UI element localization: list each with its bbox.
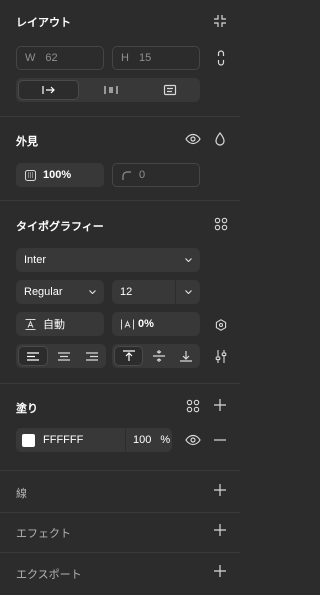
resize-mode-segmented xyxy=(16,78,200,102)
align-right-tab[interactable] xyxy=(78,344,106,368)
divider xyxy=(0,383,240,384)
opacity-icon xyxy=(24,169,36,181)
font-family-value: Inter xyxy=(24,254,47,266)
blend-drop-icon[interactable] xyxy=(213,131,227,147)
add-stroke-icon[interactable] xyxy=(213,483,227,497)
resize-auto-width-tab[interactable] xyxy=(141,78,200,102)
eye-icon[interactable] xyxy=(185,131,201,147)
layer-opacity-field[interactable]: 100% xyxy=(16,163,104,187)
divider xyxy=(0,116,240,117)
align-center-tab[interactable] xyxy=(50,344,78,368)
add-export-icon[interactable] xyxy=(213,564,227,578)
add-effect-icon[interactable] xyxy=(213,523,227,537)
divider xyxy=(0,512,240,513)
export-section-title: エクスポート xyxy=(16,569,82,581)
fill-opacity-value[interactable]: 100 xyxy=(133,434,151,446)
effects-section-title: エフェクト xyxy=(16,528,71,540)
dropdown-separator xyxy=(175,280,176,304)
remove-fill-icon[interactable] xyxy=(213,434,227,446)
align-middle-tab[interactable] xyxy=(145,344,172,368)
type-details-icon[interactable] xyxy=(214,318,227,331)
chevron-down-icon xyxy=(184,256,192,264)
resize-fixed-width-tab[interactable] xyxy=(18,80,80,100)
text-align-vertical-segmented xyxy=(112,344,200,368)
text-align-horizontal-segmented xyxy=(16,344,106,368)
eye-icon[interactable] xyxy=(185,434,201,446)
corner-radius-icon xyxy=(121,170,131,180)
color-swatch[interactable] xyxy=(22,433,35,447)
resize-auto-height-tab[interactable] xyxy=(81,78,140,102)
height-label: H xyxy=(121,52,129,64)
letter-spacing-field[interactable]: 0% xyxy=(112,312,200,336)
height-field[interactable]: H 15 xyxy=(112,46,200,70)
divider xyxy=(0,552,240,553)
corner-radius-field[interactable]: 0 xyxy=(112,163,200,187)
properties-panel: レイアウト W 62 H 15 外見 100% 0 タイポグラフィー Inter… xyxy=(0,0,240,595)
field-separator xyxy=(125,428,126,452)
font-weight-dropdown[interactable]: Regular xyxy=(16,280,104,304)
line-height-icon xyxy=(24,318,36,330)
divider xyxy=(0,470,240,471)
letter-spacing-value: 0% xyxy=(138,318,154,330)
font-size-field[interactable]: 12 xyxy=(112,280,200,304)
opacity-value: 100% xyxy=(43,169,72,181)
fill-section-title: 塗り xyxy=(16,403,38,415)
collapse-icon[interactable] xyxy=(212,13,228,29)
stroke-section-title: 線 xyxy=(16,488,27,500)
corner-radius-value: 0 xyxy=(139,169,146,181)
letter-spacing-icon xyxy=(120,318,134,330)
fill-styles-icon[interactable] xyxy=(185,398,201,414)
chevron-down-icon xyxy=(88,288,96,296)
line-height-field[interactable]: 自動 xyxy=(16,312,104,336)
text-styles-icon[interactable] xyxy=(213,216,229,232)
align-top-tab[interactable] xyxy=(114,346,144,366)
align-left-tab[interactable] xyxy=(18,346,48,366)
width-field[interactable]: W 62 xyxy=(16,46,104,70)
height-value: 15 xyxy=(138,52,152,64)
width-label: W xyxy=(25,52,36,64)
constrain-proportions-icon[interactable] xyxy=(215,50,227,66)
font-size-value: 12 xyxy=(120,286,133,298)
typography-section-title: タイポグラフィー xyxy=(16,221,104,233)
width-value: 62 xyxy=(45,52,58,64)
appearance-section-title: 外見 xyxy=(16,136,38,148)
layout-section-title: レイアウト xyxy=(16,17,71,29)
fill-opacity-percent: % xyxy=(160,434,171,446)
fill-color-row[interactable]: FFFFFF 100 % xyxy=(16,428,172,452)
type-settings-sliders-icon[interactable] xyxy=(214,349,228,363)
chevron-down-icon[interactable] xyxy=(184,288,192,296)
font-family-dropdown[interactable]: Inter xyxy=(16,248,200,272)
divider xyxy=(0,200,240,201)
line-height-value: 自動 xyxy=(43,319,65,331)
font-weight-value: Regular xyxy=(24,286,63,298)
fill-hex-value[interactable]: FFFFFF xyxy=(43,434,125,446)
add-fill-icon[interactable] xyxy=(213,398,227,412)
align-bottom-tab[interactable] xyxy=(173,344,200,368)
